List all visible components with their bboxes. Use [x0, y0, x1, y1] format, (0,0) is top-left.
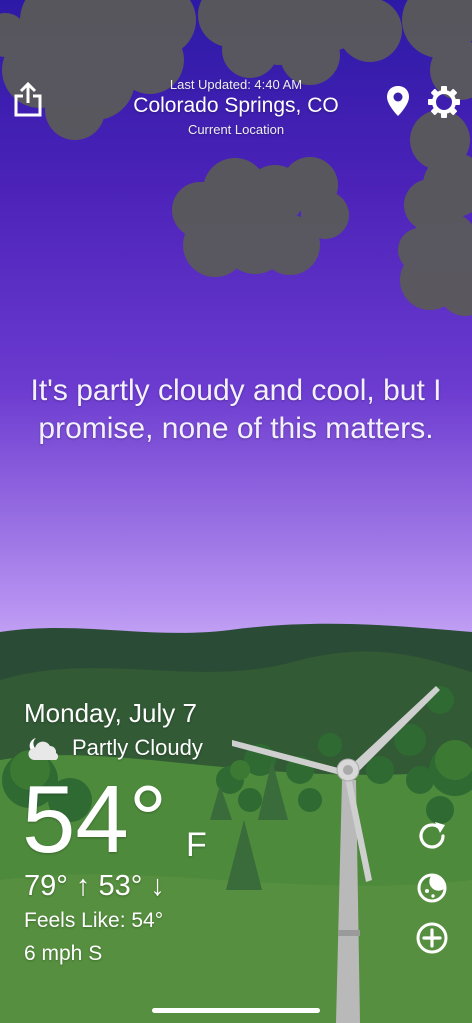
condition-label: Partly Cloudy — [72, 735, 203, 760]
wind-label: 6 mph S — [24, 942, 103, 965]
location-button[interactable] — [385, 84, 411, 118]
theme-button[interactable] — [414, 870, 450, 906]
current-location-label: Current Location — [187, 122, 285, 137]
partly-cloudy-night-icon — [28, 738, 59, 760]
high-low-temperature: 79° ↑ 53° ↓ — [24, 870, 165, 902]
temperature-value: 54° — [22, 766, 168, 873]
refresh-icon — [419, 822, 445, 849]
add-location-button[interactable] — [414, 920, 450, 956]
cookie-icon — [417, 873, 447, 903]
plus-circle-icon — [416, 922, 448, 954]
settings-button[interactable] — [426, 84, 462, 120]
date-label: Monday, July 7 — [24, 698, 197, 728]
weather-message: It's partly cloudy and cool, but I promi… — [30, 374, 442, 445]
feels-like-label: Feels Like: 54° — [24, 909, 164, 932]
gear-icon — [428, 86, 460, 118]
condition-row: Partly Cloudy — [24, 734, 203, 762]
map-pin-icon — [387, 86, 409, 116]
home-indicator[interactable] — [152, 1008, 320, 1013]
temperature-unit[interactable]: F — [186, 826, 207, 865]
refresh-button[interactable] — [414, 818, 450, 854]
